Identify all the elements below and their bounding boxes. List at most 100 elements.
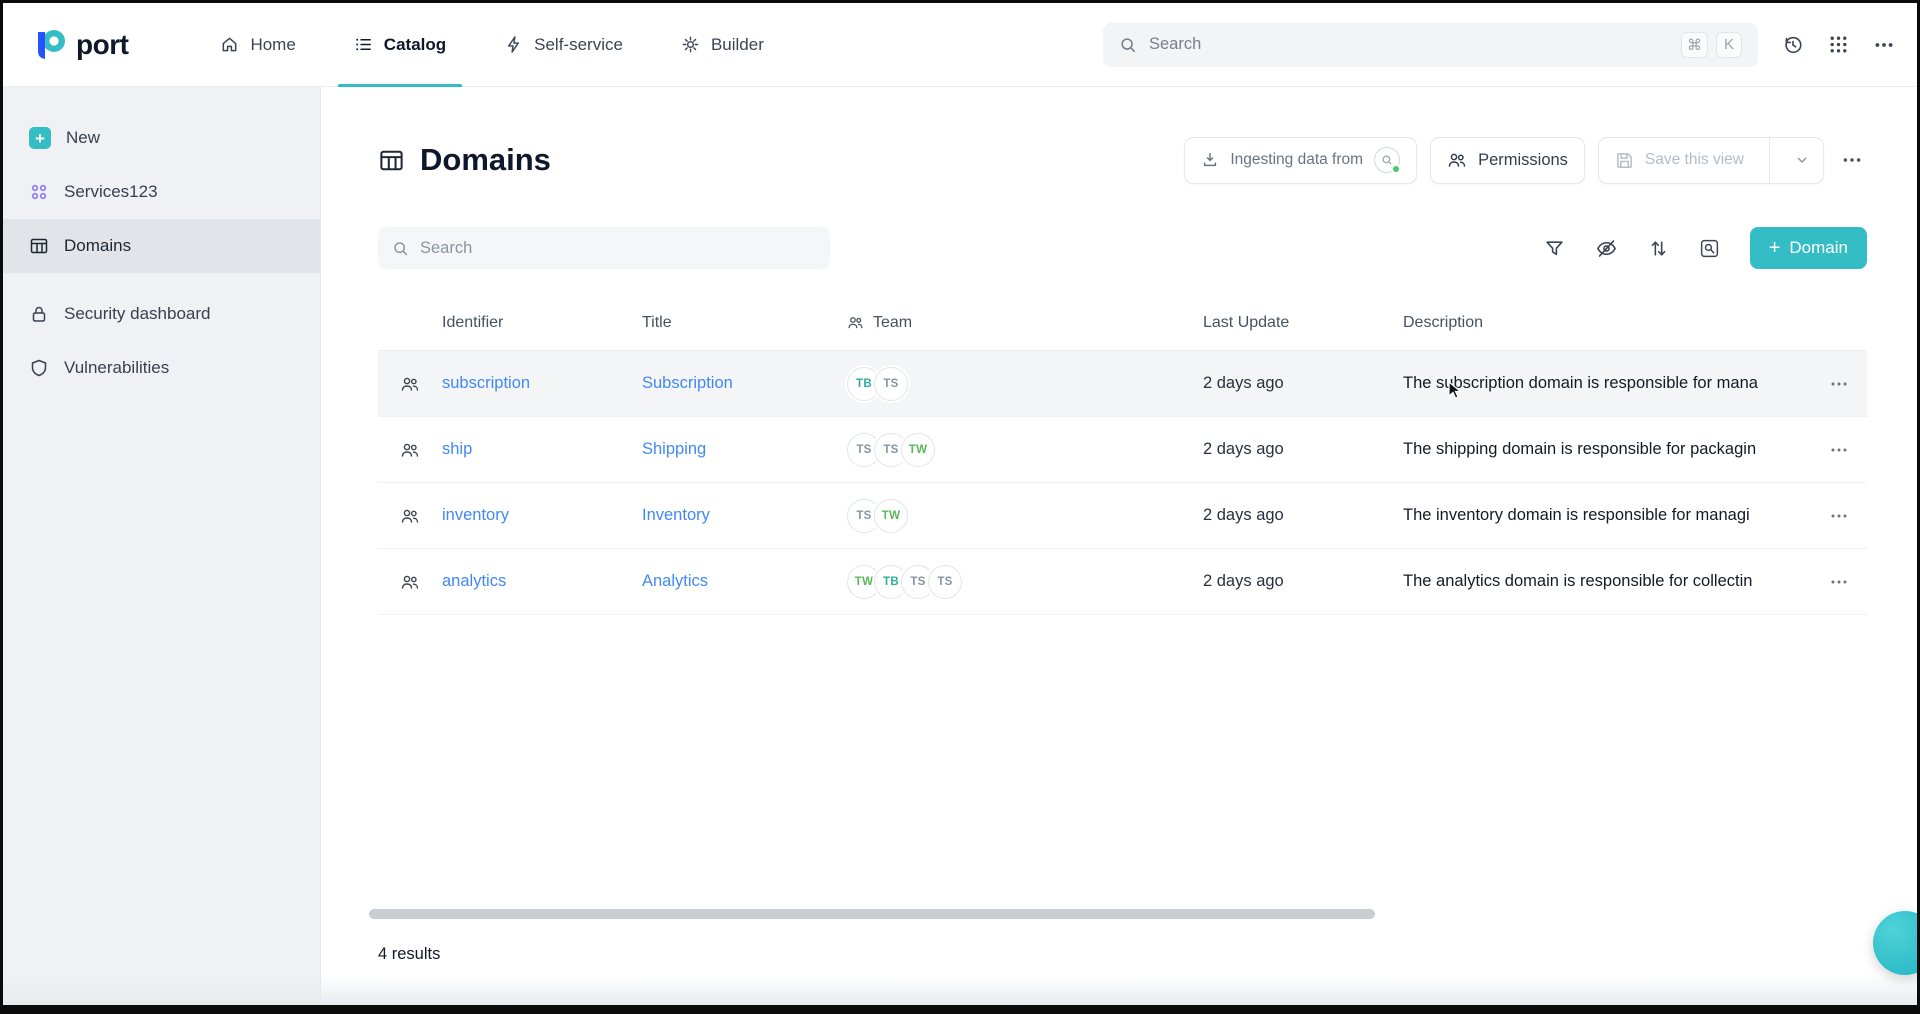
title-link[interactable]: Inventory: [642, 506, 710, 524]
page-title-text: Domains: [420, 142, 551, 178]
home-icon: [220, 35, 239, 54]
column-header-identifier[interactable]: Identifier: [442, 314, 642, 332]
save-view-button[interactable]: Save this view: [1598, 137, 1824, 184]
lock-icon: [29, 304, 49, 324]
filter-icon[interactable]: [1544, 238, 1565, 259]
results-count: 4 results: [378, 945, 440, 964]
team-avatars: TS TS TW: [847, 433, 1203, 467]
avatar[interactable]: TW: [874, 499, 908, 533]
catalog-icon: [354, 35, 373, 54]
toolbar-icons: [1544, 237, 1720, 260]
sidebar: + New Services123 Domains Security dash: [3, 87, 321, 1008]
avatar[interactable]: TS: [928, 565, 962, 599]
sidebar-item-domains[interactable]: Domains: [3, 219, 320, 273]
history-icon[interactable]: [1782, 34, 1804, 56]
permissions-button[interactable]: Permissions: [1430, 137, 1585, 184]
ingesting-data-button[interactable]: Ingesting data from: [1184, 137, 1417, 184]
entity-group-icon: [378, 374, 442, 394]
divider: [1769, 138, 1770, 183]
identifier-link[interactable]: subscription: [442, 374, 530, 392]
add-domain-label: Domain: [1789, 238, 1848, 258]
last-update-value: 2 days ago: [1203, 440, 1403, 459]
sidebar-item-label: Security dashboard: [64, 304, 210, 324]
table-row[interactable]: inventory Inventory TS TW 2 days ago The…: [378, 483, 1867, 549]
nav-item-label: Builder: [711, 35, 764, 55]
sidebar-item-new[interactable]: + New: [3, 111, 320, 165]
cmd-key: ⌘: [1681, 32, 1708, 58]
status-green-dot: [1391, 164, 1401, 174]
page-more-icon[interactable]: [1837, 145, 1867, 175]
table-search-input[interactable]: [420, 239, 816, 258]
sort-icon[interactable]: [1648, 238, 1669, 259]
row-actions-icon[interactable]: [1811, 374, 1867, 394]
k-key: K: [1716, 32, 1742, 58]
table-toolbar: + Domain: [378, 227, 1867, 269]
hide-columns-icon[interactable]: [1595, 237, 1618, 260]
sidebar-item-label: Domains: [64, 236, 131, 256]
plus-square-icon: +: [29, 127, 51, 149]
column-header-description[interactable]: Description: [1403, 314, 1811, 332]
title-link[interactable]: Analytics: [642, 572, 708, 590]
save-icon: [1615, 151, 1634, 170]
nav-item-label: Home: [250, 35, 295, 55]
team-avatars: TW TB TS TS: [847, 565, 1203, 599]
add-domain-button[interactable]: + Domain: [1750, 227, 1867, 269]
port-logo[interactable]: port: [33, 28, 128, 62]
nav-item-self-service[interactable]: Self-service: [504, 3, 623, 87]
row-actions-icon[interactable]: [1811, 506, 1867, 526]
ingesting-label: Ingesting data from: [1230, 151, 1363, 169]
table-row[interactable]: ship Shipping TS TS TW 2 days ago The sh…: [378, 417, 1867, 483]
identifier-link[interactable]: ship: [442, 440, 472, 458]
description-value: The shipping domain is responsible for p…: [1403, 440, 1811, 459]
sidebar-item-vulnerabilities[interactable]: Vulnerabilities: [3, 341, 320, 395]
entity-group-icon: [378, 506, 442, 526]
shield-icon: [29, 358, 49, 378]
title-link[interactable]: Shipping: [642, 440, 706, 458]
lightning-icon: [504, 35, 523, 54]
more-menu-icon[interactable]: [1873, 34, 1895, 56]
avatar[interactable]: TS: [874, 367, 908, 401]
global-search[interactable]: ⌘ K: [1103, 23, 1758, 67]
table-row[interactable]: subscription Subscription TB TS 2 days a…: [378, 351, 1867, 417]
table-row[interactable]: analytics Analytics TW TB TS TS 2 days a…: [378, 549, 1867, 615]
identifier-link[interactable]: analytics: [442, 572, 506, 590]
topnav-right: ⌘ K: [1103, 23, 1895, 67]
horizontal-scrollbar[interactable]: [369, 909, 1375, 919]
description-value: The subscription domain is responsible f…: [1403, 374, 1811, 393]
sidebar-item-services123[interactable]: Services123: [3, 165, 320, 219]
global-search-input[interactable]: [1149, 35, 1669, 54]
chevron-down-icon[interactable]: [1781, 152, 1823, 168]
nav-item-home[interactable]: Home: [220, 3, 295, 87]
table-search[interactable]: [378, 227, 830, 269]
nav-item-catalog[interactable]: Catalog: [354, 3, 446, 87]
people-icon: [1447, 150, 1467, 170]
table-icon: [378, 147, 405, 174]
table-body: subscription Subscription TB TS 2 days a…: [378, 351, 1867, 615]
plus-icon: +: [1769, 238, 1781, 258]
save-view-label: Save this view: [1645, 151, 1744, 169]
header-actions: Ingesting data from Permissions: [1184, 137, 1867, 184]
avatar[interactable]: TW: [901, 433, 935, 467]
page-header: Domains Ingesting data from: [378, 131, 1867, 189]
nav-item-builder[interactable]: Builder: [681, 3, 764, 87]
apps-grid-icon[interactable]: [1828, 34, 1849, 55]
sidebar-item-label: Vulnerabilities: [64, 358, 169, 378]
sidebar-item-security-dashboard[interactable]: Security dashboard: [3, 287, 320, 341]
last-update-value: 2 days ago: [1203, 374, 1403, 393]
column-header-last-update[interactable]: Last Update: [1203, 314, 1403, 332]
column-header-team[interactable]: Team: [847, 314, 1203, 332]
identifier-link[interactable]: inventory: [442, 506, 509, 524]
column-header-title[interactable]: Title: [642, 314, 847, 332]
row-actions-icon[interactable]: [1811, 440, 1867, 460]
app-body: + New Services123 Domains Security dash: [3, 87, 1917, 1008]
sidebar-item-label: New: [66, 128, 100, 148]
ingest-icon: [1201, 151, 1219, 169]
last-update-value: 2 days ago: [1203, 506, 1403, 525]
entity-group-icon: [378, 572, 442, 592]
shortcut-keys: ⌘ K: [1681, 32, 1742, 58]
group-by-icon[interactable]: [1699, 238, 1720, 259]
primary-nav: Home Catalog Self-service Builder: [220, 3, 763, 87]
title-link[interactable]: Subscription: [642, 374, 733, 392]
row-actions-icon[interactable]: [1811, 572, 1867, 592]
port-logo-icon: [33, 28, 67, 62]
